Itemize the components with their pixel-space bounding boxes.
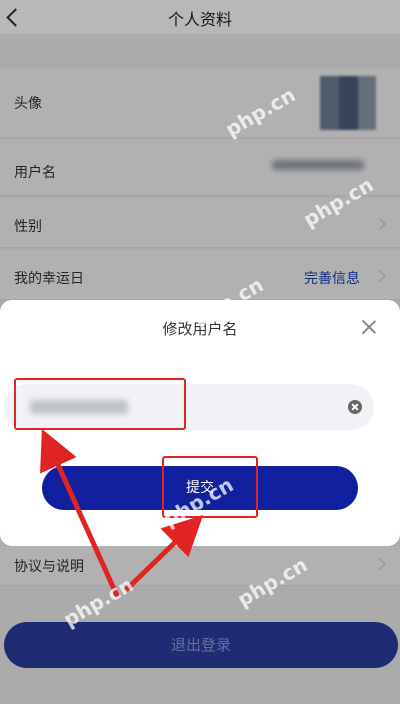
arrow-to-submit bbox=[124, 515, 204, 592]
annotation-arrows bbox=[40, 428, 204, 600]
arrow-to-input bbox=[40, 428, 121, 600]
